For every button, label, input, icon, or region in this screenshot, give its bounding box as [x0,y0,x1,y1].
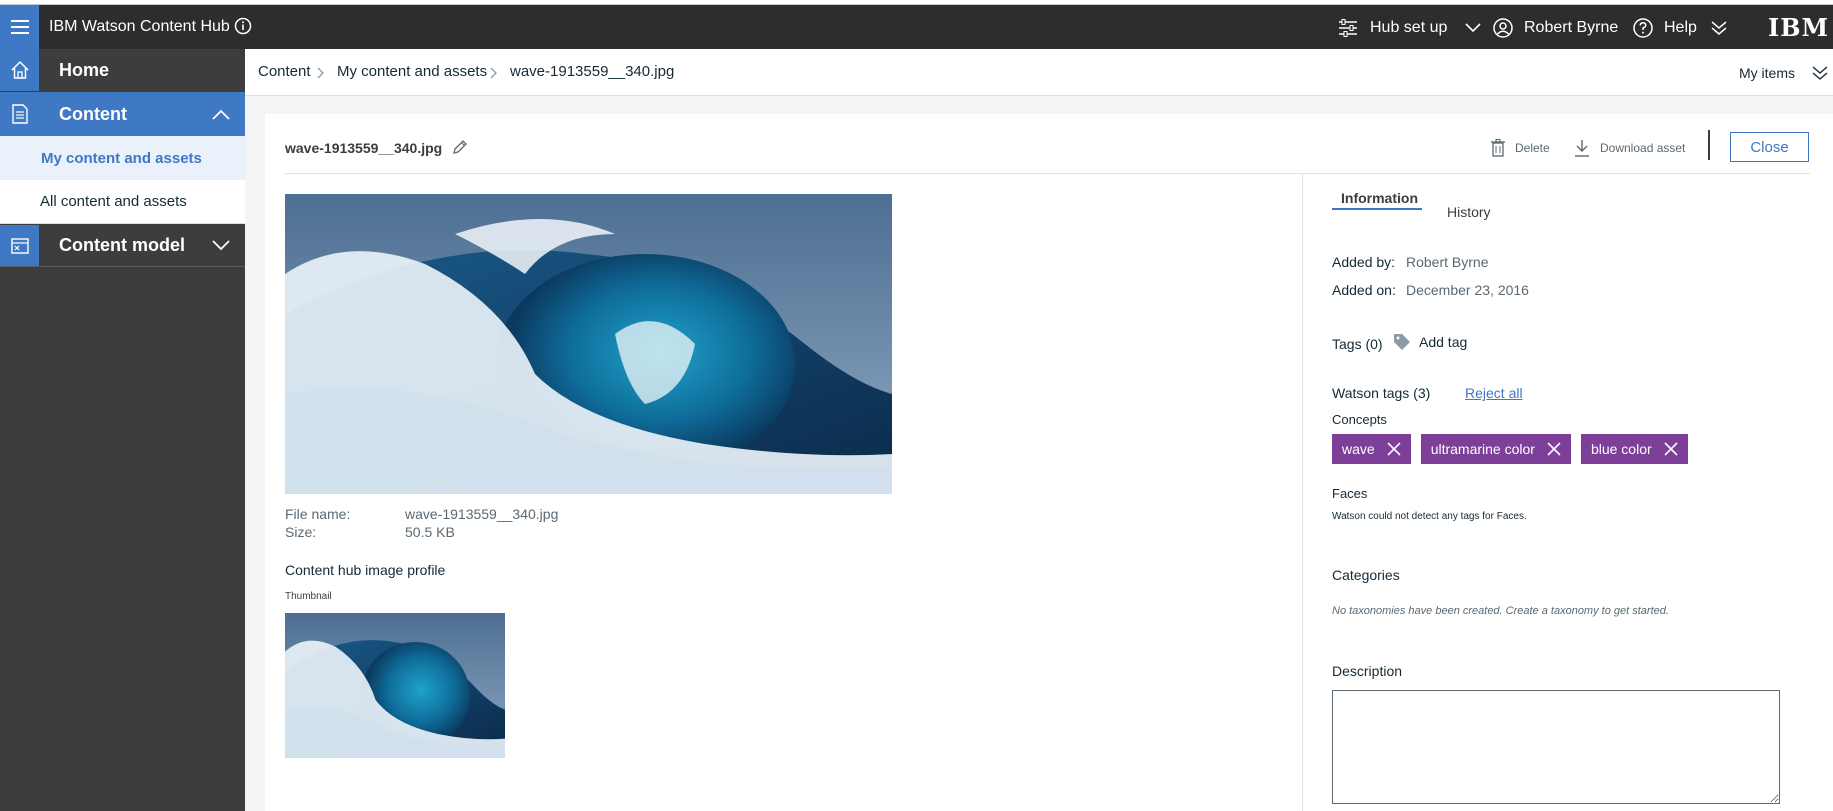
categories-label: Categories [1332,567,1400,583]
add-tag-label: Add tag [1419,334,1468,350]
remove-tag-icon[interactable] [1664,442,1678,456]
sidebar-item-home[interactable]: Home [0,49,245,91]
categories-message: No taxonomies have been created. Create … [1332,605,1669,617]
my-items-button[interactable]: My items [1739,65,1795,81]
added-by-label: Added by: [1332,254,1396,270]
ibm-logo: IBM [1768,13,1830,42]
tags-count-label: Tags (0) [1332,336,1383,352]
chevron-right-icon [317,67,324,79]
hamburger-icon [10,20,29,34]
tab-information[interactable]: Information [1332,172,1422,210]
concept-tags-list: wave ultramarine color blue color [1332,434,1698,464]
sidebar-item-my-content[interactable]: My content and assets [0,136,245,180]
double-chevron-down-icon [1711,21,1727,35]
sidebar-item-content-model[interactable]: Content model [0,225,245,267]
reject-all-link[interactable]: Reject all [1465,385,1523,401]
sidebar-home-label: Home [59,59,110,80]
help-menu[interactable]: Help [1633,15,1697,41]
remove-tag-icon[interactable] [1387,442,1401,456]
info-icon[interactable] [234,17,252,40]
added-by-value: Robert Byrne [1406,254,1489,270]
concept-tag[interactable]: blue color [1580,434,1688,464]
delete-button[interactable]: Delete [1491,139,1550,157]
header-divider [285,173,1810,174]
breadcrumb-my-content[interactable]: My content and assets [337,63,487,80]
help-icon [1633,18,1653,38]
expand-menu-button[interactable] [1711,15,1727,41]
user-avatar-icon [1493,18,1513,38]
file-name-value: wave-1913559__340.jpg [405,506,559,522]
remove-tag-icon[interactable] [1547,442,1561,456]
top-bar: IBM Watson Content Hub Hub set up Robert… [0,5,1833,49]
sidebar-content-model-label: Content model [59,235,185,255]
file-name-label: File name: [285,506,351,522]
asset-preview-image [285,194,892,494]
home-icon-box [0,49,39,91]
add-tag-button[interactable]: Add tag [1393,333,1467,351]
content-model-icon-box [0,225,39,266]
sidebar-item-content[interactable]: Content [0,92,245,136]
tag-icon [1394,334,1410,350]
asset-detail-card: wave-1913559__340.jpg Delete Download as… [265,114,1833,811]
sidebar-item-all-content[interactable]: All content and assets [0,180,245,224]
thumbnail-label: Thumbnail [285,591,332,602]
added-on-value: December 23, 2016 [1406,282,1529,298]
chevron-up-icon [212,109,230,120]
user-name: Robert Byrne [1524,19,1619,36]
wave-thumbnail [285,613,505,758]
hub-setup-menu[interactable]: Hub set up [1338,15,1481,41]
download-asset-button[interactable]: Download asset [1574,139,1685,157]
sidebar-all-content-label: All content and assets [40,193,187,210]
size-value: 50.5 KB [405,524,455,540]
content-icon-box [0,92,39,136]
hub-setup-label: Hub set up [1370,19,1448,36]
sidebar-my-content-label: My content and assets [41,149,202,167]
breadcrumb: Content My content and assets wave-19135… [245,49,1833,96]
edit-pencil-icon[interactable] [452,139,468,155]
content-model-icon [10,237,29,254]
faces-label: Faces [1332,486,1368,501]
chevron-down-icon [1465,23,1481,33]
description-label: Description [1332,663,1403,679]
tab-information-label: Information [1341,190,1418,206]
delete-label: Delete [1515,141,1550,155]
concept-tag[interactable]: wave [1332,434,1411,464]
size-label: Size: [285,524,317,540]
concept-tag-label: wave [1342,441,1375,457]
description-textarea[interactable] [1332,690,1780,804]
image-profile-title: Content hub image profile [285,562,446,578]
sidebar-content-label: Content [59,103,127,124]
thumbnail-image [285,613,505,758]
close-button[interactable]: Close [1730,132,1809,162]
added-on-label: Added on: [1332,282,1396,298]
hamburger-menu-button[interactable] [0,5,39,49]
breadcrumb-current: wave-1913559__340.jpg [510,63,675,80]
toolbar-divider [1708,130,1710,160]
document-icon [11,104,28,124]
concept-tag-label: blue color [1590,441,1652,457]
download-label: Download asset [1600,141,1686,155]
concepts-label: Concepts [1332,412,1387,427]
concept-tag[interactable]: ultramarine color [1420,434,1571,464]
wave-image [285,194,892,494]
asset-title: wave-1913559__340.jpg [285,140,443,156]
trash-icon [1491,139,1505,157]
home-icon [10,60,29,79]
double-chevron-down-icon[interactable] [1812,65,1828,81]
close-label: Close [1750,138,1789,156]
faces-message: Watson could not detect any tags for Fac… [1332,511,1527,522]
breadcrumb-content[interactable]: Content [258,63,311,80]
download-icon [1575,140,1589,157]
sidebar: Home Content My content and assets All c… [0,49,245,811]
panel-divider [1302,174,1303,811]
watson-tags-label: Watson tags (3) [1332,385,1431,401]
user-menu[interactable]: Robert Byrne [1493,15,1618,41]
chevron-down-icon [212,240,230,251]
help-label: Help [1664,19,1697,36]
chevron-right-icon [490,67,497,79]
sliders-icon [1339,19,1357,37]
app-title: IBM Watson Content Hub [49,18,230,35]
tab-history[interactable]: History [1447,204,1491,220]
concept-tag-label: ultramarine color [1430,441,1535,457]
